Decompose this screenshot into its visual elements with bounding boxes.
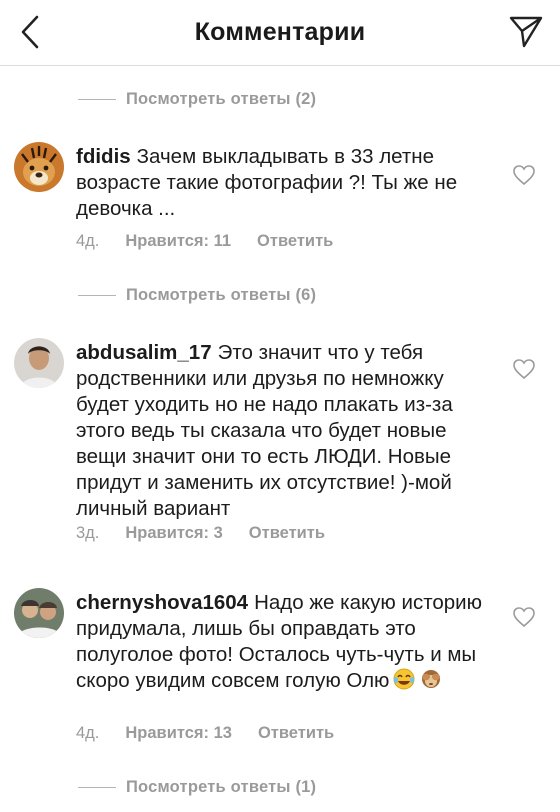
divider-line <box>78 786 116 788</box>
comment-username[interactable]: chernyshova1604 <box>76 591 248 614</box>
share-button[interactable] <box>506 12 546 52</box>
heart-icon <box>513 165 535 186</box>
group-avatar-icon <box>14 588 64 638</box>
header-bar: Комментарии <box>0 0 560 66</box>
comment-text: abdusalim_17 Это значит что у тебя родств… <box>76 340 496 522</box>
reply-button[interactable]: Ответить <box>257 232 333 251</box>
comment-item: chernyshova1604 Надо же какую историю при… <box>0 584 560 754</box>
comment-text: fdidis Зачем выкладывать в 33 летне возра… <box>76 144 496 222</box>
paper-plane-icon <box>509 16 543 48</box>
likes-count[interactable]: Нравится: 11 <box>125 232 231 251</box>
comment-timestamp: 4д. <box>76 724 100 742</box>
likes-count[interactable]: Нравится: 3 <box>125 524 222 543</box>
comment-item: abdusalim_17 Это значит что у тебя родств… <box>0 334 560 544</box>
tiger-avatar-icon <box>14 142 64 192</box>
avatar[interactable] <box>14 338 64 388</box>
like-button[interactable] <box>512 358 536 380</box>
person-avatar-icon <box>14 338 64 388</box>
avatar[interactable] <box>14 142 64 192</box>
comment-username[interactable]: abdusalim_17 <box>76 341 212 364</box>
comment-timestamp: 3д. <box>76 524 100 542</box>
view-replies-button[interactable]: Посмотреть ответы (1) <box>78 772 316 802</box>
comment-meta: 4д. Нравится: 13 Ответить <box>76 724 334 743</box>
comment-timestamp: 4д. <box>76 232 100 250</box>
avatar[interactable] <box>14 588 64 638</box>
see-no-evil-monkey-emoji <box>422 670 441 688</box>
comment-text: chernyshova1604 Надо же какую историю при… <box>76 590 496 694</box>
view-replies-label: Посмотреть ответы (6) <box>126 285 317 304</box>
comment-item: fdidis Зачем выкладывать в 33 летне возра… <box>0 138 560 258</box>
view-replies-label: Посмотреть ответы (2) <box>126 89 317 108</box>
comment-message: Зачем выкладывать в 33 летне возрасте та… <box>76 145 458 220</box>
view-replies-button[interactable]: Посмотреть ответы (2) <box>78 84 316 114</box>
reply-button[interactable]: Ответить <box>249 524 325 543</box>
reply-button[interactable]: Ответить <box>258 724 334 743</box>
likes-count[interactable]: Нравится: 13 <box>125 724 232 743</box>
comment-username[interactable]: fdidis <box>76 145 131 168</box>
like-button[interactable] <box>512 164 536 186</box>
comment-meta: 4д. Нравится: 11 Ответить <box>76 232 333 251</box>
divider-line <box>78 98 116 100</box>
view-replies-button[interactable]: Посмотреть ответы (6) <box>78 280 316 310</box>
heart-icon <box>513 607 535 628</box>
divider-line <box>78 294 116 296</box>
view-replies-label: Посмотреть ответы (1) <box>126 777 317 796</box>
comment-message: Это значит что у тебя родственники или д… <box>76 341 453 520</box>
like-button[interactable] <box>512 606 536 628</box>
page-title: Комментарии <box>194 18 366 46</box>
comment-meta: 3д. Нравится: 3 Ответить <box>76 524 325 543</box>
face-with-tears-of-joy-emoji <box>393 668 415 690</box>
heart-icon <box>513 359 535 380</box>
